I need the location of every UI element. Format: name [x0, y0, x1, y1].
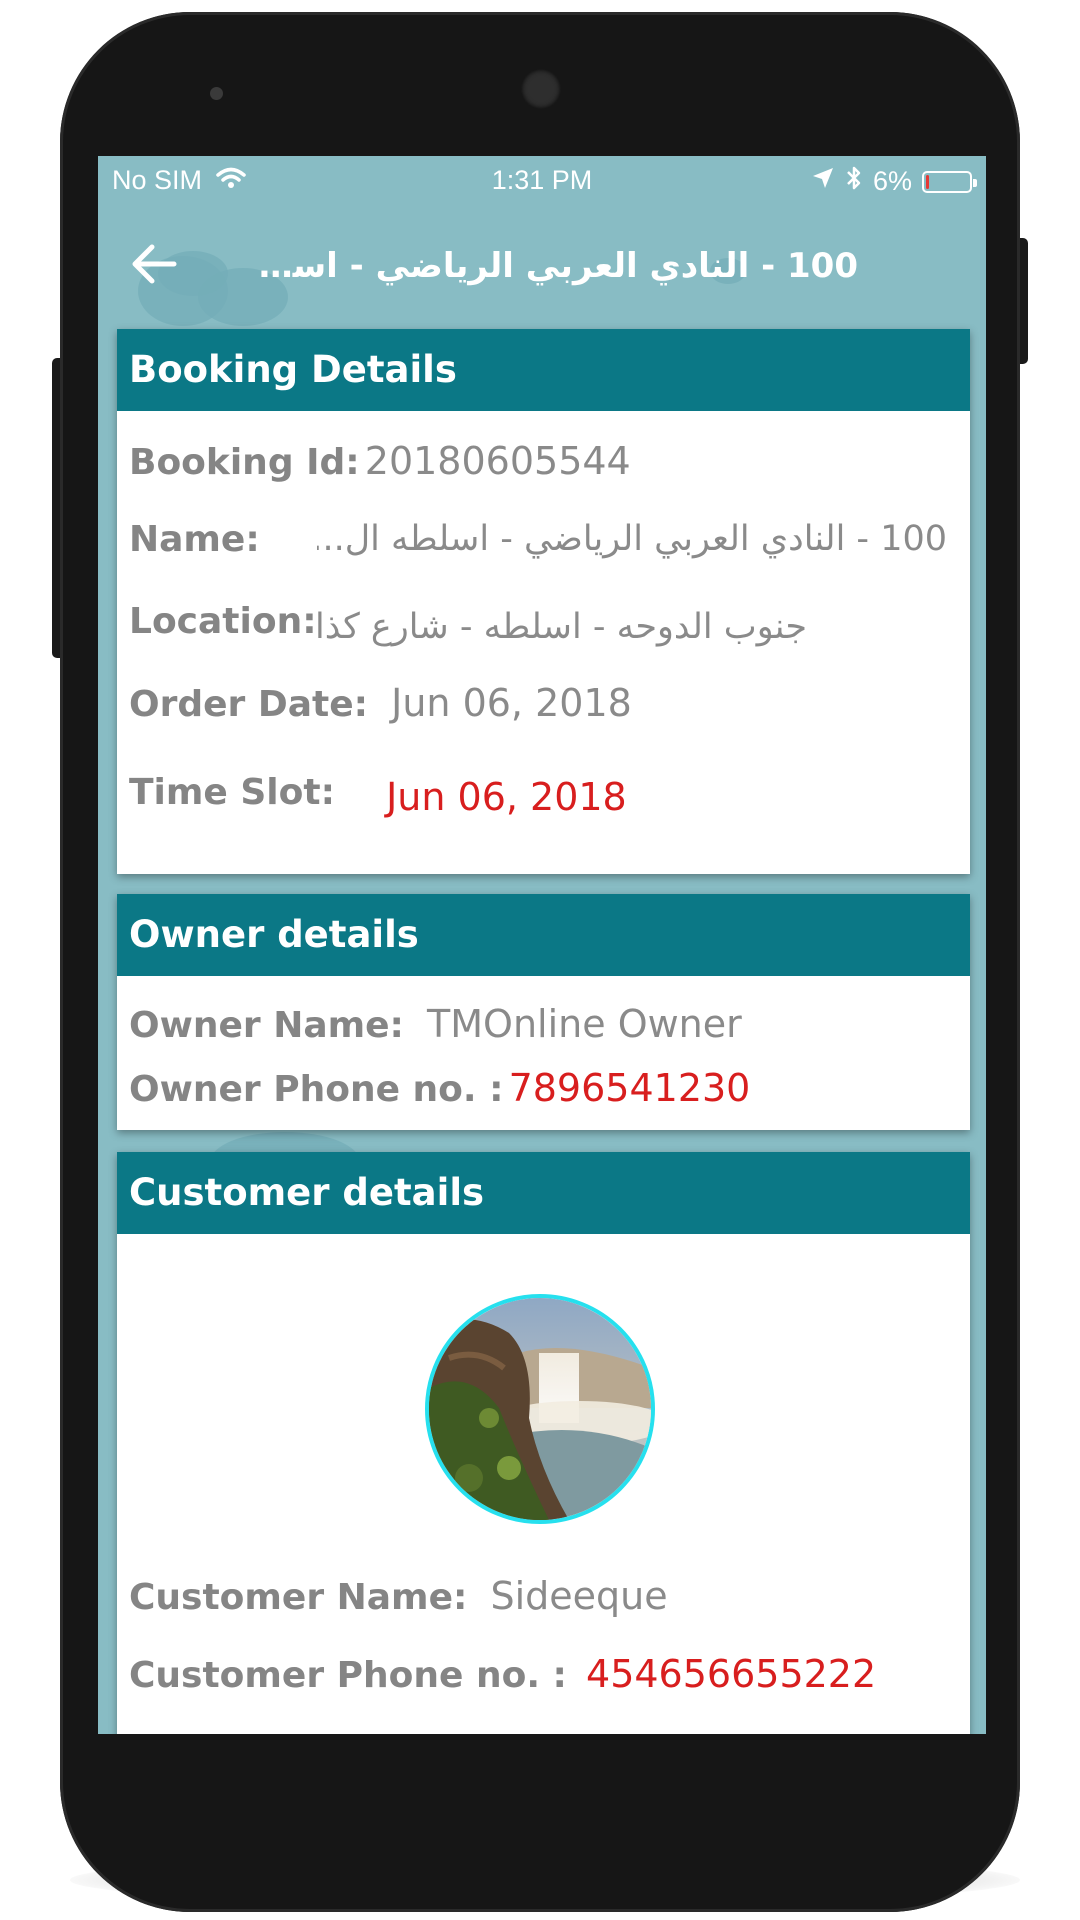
time-slot-row: Time Slot: Jun 06, 2018: [129, 769, 627, 819]
owner-phone-label: Owner Phone no. :: [129, 1069, 504, 1110]
location-arrow-icon: [811, 166, 835, 197]
customer-details-header: Customer details: [117, 1152, 970, 1234]
customer-phone-row: Customer Phone no. : 454656655222: [129, 1652, 876, 1696]
sensor-dot: [210, 87, 223, 100]
location-row: Location:: [129, 601, 317, 642]
location-label: Location:: [129, 601, 317, 642]
front-camera: [521, 69, 561, 109]
customer-name-row: Customer Name: Sideeque: [129, 1574, 668, 1618]
owner-phone-row: Owner Phone no. : 7896541230: [129, 1066, 750, 1110]
battery-icon: [922, 170, 977, 193]
booking-id-row: Booking Id: 20180605544: [129, 439, 631, 483]
bluetooth-icon: [845, 165, 863, 198]
owner-name-label: Owner Name:: [129, 1005, 404, 1046]
order-date-row: Order Date: Jun 06, 2018: [129, 681, 632, 725]
name-row: Name:: [129, 519, 260, 560]
owner-details-header: Owner details: [117, 894, 970, 976]
time-slot-label: Time Slot:: [129, 772, 335, 813]
owner-name-value: TMOnline Owner: [427, 1002, 742, 1046]
customer-name-label: Customer Name:: [129, 1577, 468, 1618]
battery-level: [926, 174, 929, 189]
customer-name-value: Sideeque: [490, 1574, 668, 1618]
battery-percent: 6%: [872, 166, 912, 196]
booking-details-header: Booking Details: [117, 329, 970, 411]
booking-details-card: Booking Details Booking Id: 20180605544 …: [117, 329, 970, 874]
battery-tip: [973, 178, 977, 187]
owner-name-row: Owner Name: TMOnline Owner: [129, 1002, 742, 1046]
order-date-value: Jun 06, 2018: [391, 681, 632, 725]
name-value: 100 - النادي العربي الرياضي - اسلطه ال..…: [317, 519, 947, 559]
name-label: Name:: [129, 519, 260, 560]
customer-details-card: Customer details Customer Name: Sideeque…: [117, 1152, 970, 1734]
order-date-label: Order Date:: [129, 684, 369, 725]
booking-id-label: Booking Id:: [129, 442, 360, 483]
app-bar: 100 - النادي العربي الرياضي - اسلطه - جن…: [98, 204, 986, 329]
owner-details-card: Owner details Owner Name: TMOnline Owner…: [117, 894, 970, 1130]
page-title: 100 - النادي العربي الرياضي - اسلطه - جن…: [248, 246, 858, 286]
status-bar: No SIM 1:31 PM 6%: [98, 156, 986, 204]
booking-id-value: 20180605544: [364, 439, 631, 483]
time-slot-value: Jun 06, 2018: [386, 775, 627, 819]
customer-phone-value[interactable]: 454656655222: [586, 1652, 876, 1696]
arrow-left-icon[interactable]: [128, 238, 180, 290]
app-screen: No SIM 1:31 PM 6% 100 - النادي العربي ال…: [98, 156, 986, 1734]
owner-phone-value[interactable]: 7896541230: [509, 1066, 751, 1110]
customer-phone-label: Customer Phone no. :: [129, 1655, 567, 1696]
customer-avatar: [425, 1294, 655, 1524]
location-value: جنوب الدوحه - اسلطه - شارع كذا: [315, 607, 807, 647]
